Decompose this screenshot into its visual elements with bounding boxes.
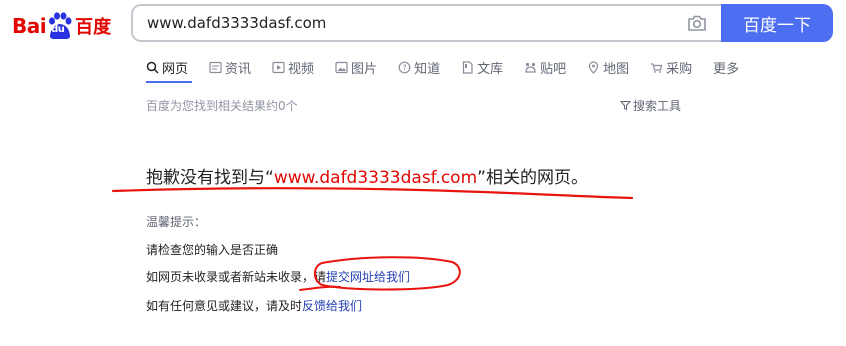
logo-du-text: du [51,24,65,35]
baidu-logo[interactable]: Bai du 百度 [12,8,111,44]
tab-label: 贴吧 [540,61,567,77]
paw-icon: du [47,12,73,40]
tab-web[interactable]: 网页 [146,58,188,77]
tab-map[interactable]: 地图 [587,58,629,77]
tips-title: 温馨提示： [146,215,207,229]
open-quote: “ [265,168,274,188]
logo-cn-text: 百度 [75,17,112,38]
tab-tieba[interactable]: 贴吧 [524,58,566,77]
search-icon [146,61,159,74]
message-suffix: 相关的网页。 [485,168,588,188]
document-icon [462,60,473,74]
tab-label: 图片 [351,61,378,77]
message-query: www.dafd3333dasf.com [273,168,478,188]
tab-more[interactable]: 更多 [713,58,739,77]
news-icon [209,61,222,73]
tab-bar: 网页 资讯 视频 图片 ? 知道 文库 贴吧 地图 采购 更多 [146,56,760,78]
search-tools-label: 搜索工具 [633,99,682,113]
tab-label: 地图 [603,61,630,77]
tab-label: 采购 [666,61,693,77]
result-count: 百度为您找到相关结果约0个 [146,99,298,113]
no-results-message: 抱歉没有找到与“www.dafd3333dasf.com”相关的网页。 [146,163,588,188]
camera-icon[interactable] [687,14,707,32]
submit-url-link[interactable]: 提交网址给我们 [326,270,410,284]
question-icon: ? [398,61,411,73]
tab-label: 资讯 [225,61,252,77]
tab-label: 知道 [414,61,441,77]
tab-label: 视频 [288,61,315,77]
svg-text:?: ? [402,63,406,72]
search-input[interactable] [145,13,669,33]
tip-submit-text: 如网页未收录或者新站未收录，请 [146,270,327,284]
feedback-link[interactable]: 反馈给我们 [302,299,362,313]
forum-icon [525,62,536,73]
search-box [131,4,721,42]
tab-wenku[interactable]: 文库 [461,58,503,77]
tip-check-input: 请检查您的输入是否正确 [146,243,279,257]
page: Bai du 百度 百度一下 网页 [0,0,846,346]
message-prefix: 抱歉没有找到与 [146,168,265,188]
tab-label: 更多 [713,61,740,77]
tab-video[interactable]: 视频 [272,58,314,77]
tab-news[interactable]: 资讯 [209,58,251,77]
tip-feedback: 如有任何意见或建议，请及时反馈给我们 [146,297,362,314]
underline-annotation [111,187,634,200]
tab-images[interactable]: 图片 [335,58,377,77]
search-button[interactable]: 百度一下 [721,4,833,42]
logo-bai-text: Bai [12,14,47,38]
tab-label: 网页 [162,61,189,77]
tip-submit-url: 如网页未收录或者新站未收录，请提交网址给我们 [146,268,410,285]
search-tools-button[interactable]: 搜索工具 [620,97,681,114]
circle-tail-annotation [299,285,341,291]
tab-purchase[interactable]: 采购 [650,58,692,77]
tab-zhidao[interactable]: ? 知道 [398,58,440,77]
active-tab-indicator [146,81,192,83]
map-icon [589,60,599,74]
image-icon [335,61,348,73]
cart-icon [651,62,663,73]
tip-feedback-text: 如有任何意见或建议，请及时 [146,299,303,313]
video-icon [272,61,285,73]
filter-icon [620,101,631,111]
tab-label: 文库 [477,61,504,77]
close-quote: ” [477,168,486,188]
